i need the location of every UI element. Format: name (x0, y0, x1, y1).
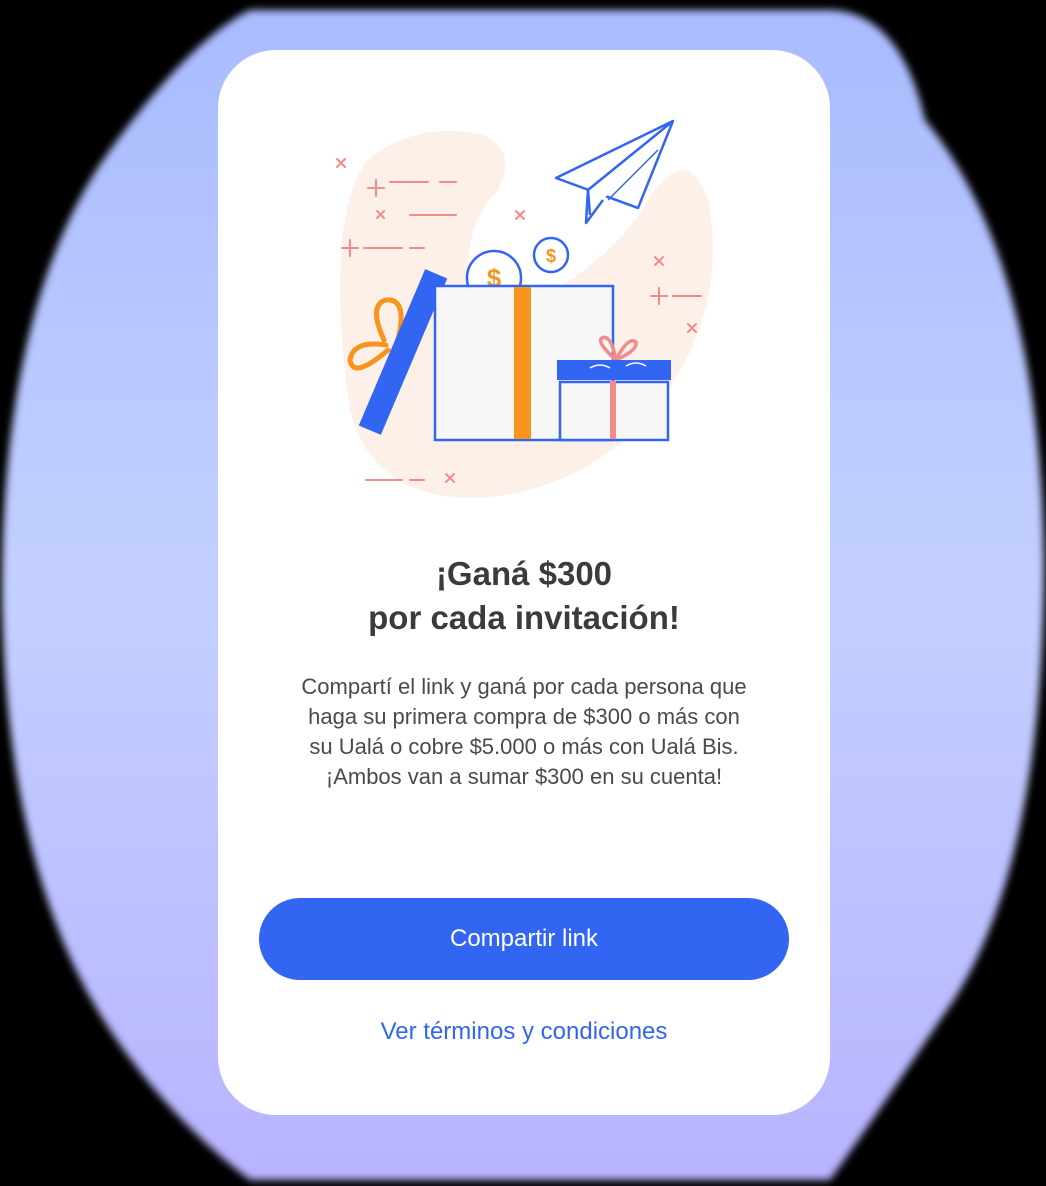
promo-illustration: $ $ (336, 119, 713, 499)
promo-title-line-2: por cada invitación! (368, 599, 680, 636)
promo-description-line-4: ¡Ambos van a sumar $300 en su cuenta! (325, 764, 723, 789)
share-link-button[interactable]: Compartir link (259, 898, 789, 980)
svg-text:$: $ (546, 246, 556, 266)
promo-description-line-1: Compartí el link y ganá por cada persona… (301, 674, 747, 699)
promo-title-line-1: ¡Ganá $300 (435, 555, 613, 592)
promo-card: $ $ ¡Ganá $300 por cada invitación! Comp… (218, 50, 830, 1115)
terms-and-conditions-link[interactable]: Ver términos y condiciones (259, 1012, 789, 1052)
screen: $ $ ¡Ganá $300 por cada invitación! Comp… (0, 0, 1046, 1186)
dollar-coin-icon: $ (532, 236, 570, 274)
promo-description-line-2: haga su primera compra de $300 o más con (308, 704, 740, 729)
promo-description-line-3: su Ualá o cobre $5.000 o más con Ualá Bi… (309, 734, 739, 759)
